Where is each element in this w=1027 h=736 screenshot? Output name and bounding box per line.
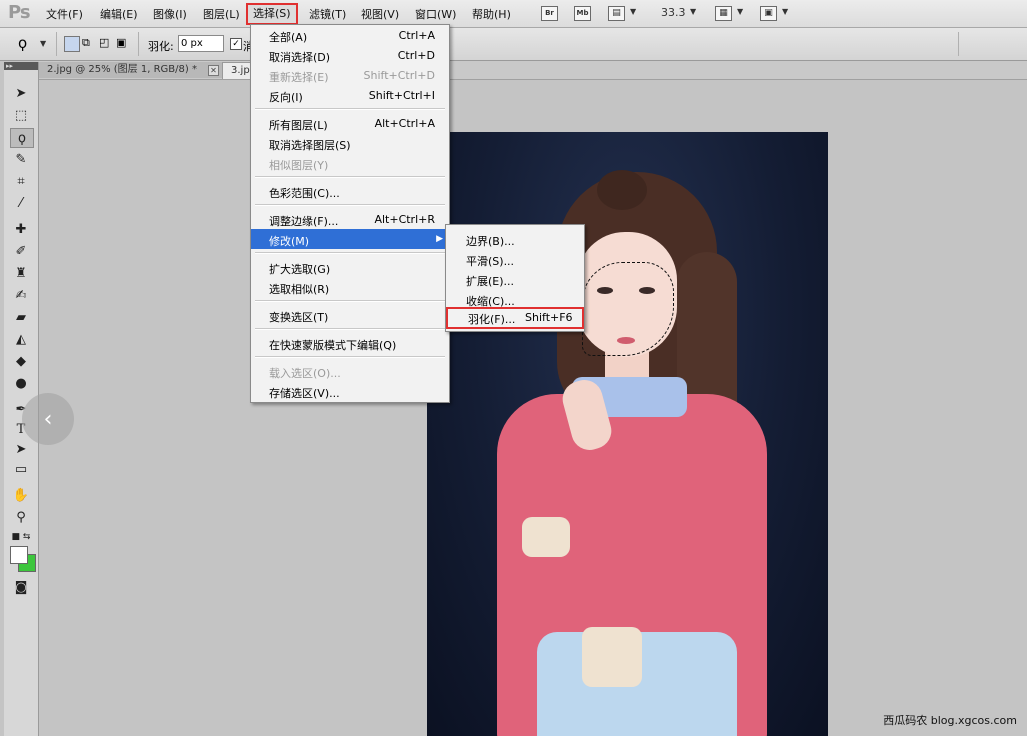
options-bar: ϙ ▼ ⧉ ◰ ▣ 羽化: 0 px ✓ 消 bbox=[0, 28, 1027, 61]
close-icon[interactable]: ✕ bbox=[208, 65, 219, 76]
tab-label: 2.jpg @ 25% (图层 1, RGB/8) * bbox=[47, 64, 197, 75]
menu-item-inverse[interactable]: 反向(I) Shift+Ctrl+I bbox=[251, 85, 449, 105]
menu-layer[interactable]: 图层(L) bbox=[203, 6, 240, 22]
submenu-item-border[interactable]: 边界(B)... bbox=[446, 229, 584, 249]
menu-item-quick-mask[interactable]: 在快速蒙版模式下编辑(Q) bbox=[251, 333, 449, 353]
menu-divider bbox=[255, 176, 445, 178]
menu-image[interactable]: 图像(I) bbox=[153, 6, 187, 22]
menu-select[interactable]: 选择(S) bbox=[246, 3, 298, 25]
zoom-level[interactable]: 33.3 bbox=[661, 6, 686, 19]
tab-label: 3.jp bbox=[231, 65, 250, 76]
shape-tool-icon[interactable]: ▭ bbox=[10, 460, 32, 478]
brush-tool-icon[interactable]: ✐ bbox=[10, 242, 32, 260]
paint-bucket-tool-icon[interactable]: ◭ bbox=[10, 330, 32, 348]
intersect-selection-icon[interactable]: ▣ bbox=[116, 36, 130, 50]
menu-divider bbox=[255, 204, 445, 206]
menu-divider bbox=[255, 300, 445, 302]
watermark-text: 西瓜码农 blog.xgcos.com bbox=[883, 714, 1017, 727]
feather-label: 羽化: bbox=[148, 40, 174, 53]
arrange-documents-icon[interactable]: ▦ bbox=[715, 6, 732, 21]
menu-item-load-selection: 载入选区(O)... bbox=[269, 367, 341, 380]
menu-item-deselect-layers[interactable]: 取消选择图层(S) bbox=[251, 133, 449, 153]
blur-tool-icon[interactable]: ◆ bbox=[10, 352, 32, 370]
menu-divider bbox=[255, 252, 445, 254]
divider bbox=[56, 32, 57, 56]
dodge-tool-icon[interactable]: ● bbox=[10, 374, 32, 392]
menu-divider bbox=[255, 108, 445, 110]
document-tab[interactable]: 2.jpg @ 25% (图层 1, RGB/8) * ✕ bbox=[39, 62, 226, 78]
menu-item-reselect: 重新选择(E) Shift+Ctrl+D bbox=[269, 69, 435, 84]
modify-submenu: 边界(B)... 平滑(S)... 扩展(E)... 收缩(C)... 羽化(F… bbox=[445, 224, 585, 332]
lasso-tool-icon[interactable]: ϙ bbox=[10, 128, 34, 148]
menu-divider bbox=[255, 356, 445, 358]
eraser-tool-icon[interactable]: ▰ bbox=[10, 308, 32, 326]
menu-item-grow[interactable]: 扩大选取(G) bbox=[251, 257, 449, 277]
menu-item-deselect[interactable]: 取消选择(D) Ctrl+D bbox=[251, 45, 449, 65]
menu-edit[interactable]: 编辑(E) bbox=[100, 6, 138, 22]
move-tool-icon[interactable]: ➤ bbox=[10, 84, 32, 102]
photo-cuff bbox=[582, 627, 642, 687]
lasso-preset-icon[interactable]: ϙ bbox=[18, 34, 27, 52]
subtract-selection-icon[interactable]: ◰ bbox=[99, 36, 113, 50]
photo-hair bbox=[597, 170, 647, 210]
path-selection-tool-icon[interactable]: ➤ bbox=[10, 440, 32, 458]
feather-input[interactable]: 0 px bbox=[178, 35, 224, 52]
menu-item-color-range[interactable]: 色彩范围(C)... bbox=[251, 181, 449, 201]
mini-bridge-button[interactable]: Mb bbox=[574, 6, 591, 21]
panel-collapse-icon[interactable]: ▸▸ bbox=[4, 62, 38, 70]
antialias-checkbox[interactable]: ✓ bbox=[230, 38, 242, 50]
swap-colors-icon[interactable]: ■ ⇆ bbox=[10, 528, 32, 546]
submenu-item-feather[interactable]: 羽化(F)... Shift+F6 bbox=[446, 307, 584, 329]
menu-filter[interactable]: 滤镜(T) bbox=[309, 6, 346, 22]
foreground-color[interactable] bbox=[10, 546, 28, 564]
menu-item-save-selection[interactable]: 存储选区(V)... bbox=[251, 381, 449, 401]
menu-item-transform-selection[interactable]: 变换选区(T) bbox=[251, 305, 449, 325]
previous-arrow-icon[interactable]: ‹ bbox=[22, 393, 74, 445]
quick-selection-tool-icon[interactable]: ✎ bbox=[10, 150, 32, 168]
marquee-tool-icon[interactable]: ⬚ bbox=[10, 106, 32, 124]
history-brush-tool-icon[interactable]: ✍ bbox=[10, 286, 32, 304]
new-selection-icon[interactable] bbox=[64, 36, 80, 52]
submenu-item-smooth[interactable]: 平滑(S)... bbox=[446, 249, 584, 269]
eyedropper-tool-icon[interactable]: ⁄ bbox=[10, 194, 32, 212]
chevron-down-icon[interactable]: ▼ bbox=[737, 7, 743, 16]
zoom-tool-icon[interactable]: ⚲ bbox=[10, 508, 32, 526]
photo-cuff bbox=[522, 517, 570, 557]
healing-brush-tool-icon[interactable]: ✚ bbox=[10, 220, 32, 238]
clone-stamp-tool-icon[interactable]: ♜ bbox=[10, 264, 32, 282]
menu-divider bbox=[255, 328, 445, 330]
color-swatches[interactable] bbox=[10, 546, 36, 574]
menu-file[interactable]: 文件(F) bbox=[46, 6, 83, 22]
chevron-down-icon[interactable]: ▼ bbox=[630, 7, 636, 16]
chevron-down-icon[interactable]: ▼ bbox=[690, 7, 696, 16]
submenu-item-expand[interactable]: 扩展(E)... bbox=[446, 269, 584, 289]
add-to-selection-icon[interactable]: ⧉ bbox=[82, 36, 96, 50]
chevron-down-icon[interactable]: ▼ bbox=[782, 7, 788, 16]
select-menu-dropdown: 全部(A) Ctrl+A 取消选择(D) Ctrl+D 重新选择(E) Shif… bbox=[250, 24, 450, 403]
submenu-item-contract[interactable]: 收缩(C)... bbox=[446, 289, 584, 309]
crop-tool-icon[interactable]: ⌗ bbox=[10, 172, 32, 190]
menu-item-all-layers[interactable]: 所有图层(L) Alt+Ctrl+A bbox=[251, 113, 449, 133]
bridge-button[interactable]: Br bbox=[541, 6, 558, 21]
menu-help[interactable]: 帮助(H) bbox=[472, 6, 511, 22]
hand-tool-icon[interactable]: ✋ bbox=[10, 486, 32, 504]
menu-window[interactable]: 窗口(W) bbox=[415, 6, 456, 22]
menu-item-refine-edge[interactable]: 调整边缘(F)... Alt+Ctrl+R bbox=[251, 209, 449, 229]
divider bbox=[138, 32, 139, 56]
menu-view[interactable]: 视图(V) bbox=[361, 6, 399, 22]
chevron-down-icon[interactable]: ▼ bbox=[40, 39, 46, 48]
canvas-image[interactable] bbox=[427, 132, 828, 736]
menu-item-select-all[interactable]: 全部(A) Ctrl+A bbox=[251, 25, 449, 45]
menu-bar: Ps 文件(F) 编辑(E) 图像(I) 图层(L) 选择(S) 滤镜(T) 视… bbox=[0, 0, 1027, 28]
view-extras-icon[interactable]: ▤ bbox=[608, 6, 625, 21]
photoshop-logo: Ps bbox=[8, 2, 31, 23]
divider bbox=[958, 32, 959, 56]
document-tab-bar: 2.jpg @ 25% (图层 1, RGB/8) * ✕ 3.jp bbox=[39, 61, 1027, 80]
submenu-arrow-icon: ▶ bbox=[436, 234, 443, 244]
quick-mask-icon[interactable]: ◙ bbox=[10, 578, 32, 596]
menu-item-similar-layers: 相似图层(Y) bbox=[269, 159, 329, 172]
screen-mode-icon[interactable]: ▣ bbox=[760, 6, 777, 21]
menu-item-similar[interactable]: 选取相似(R) bbox=[251, 277, 449, 297]
menu-item-modify[interactable]: 修改(M) ▶ bbox=[251, 229, 449, 249]
